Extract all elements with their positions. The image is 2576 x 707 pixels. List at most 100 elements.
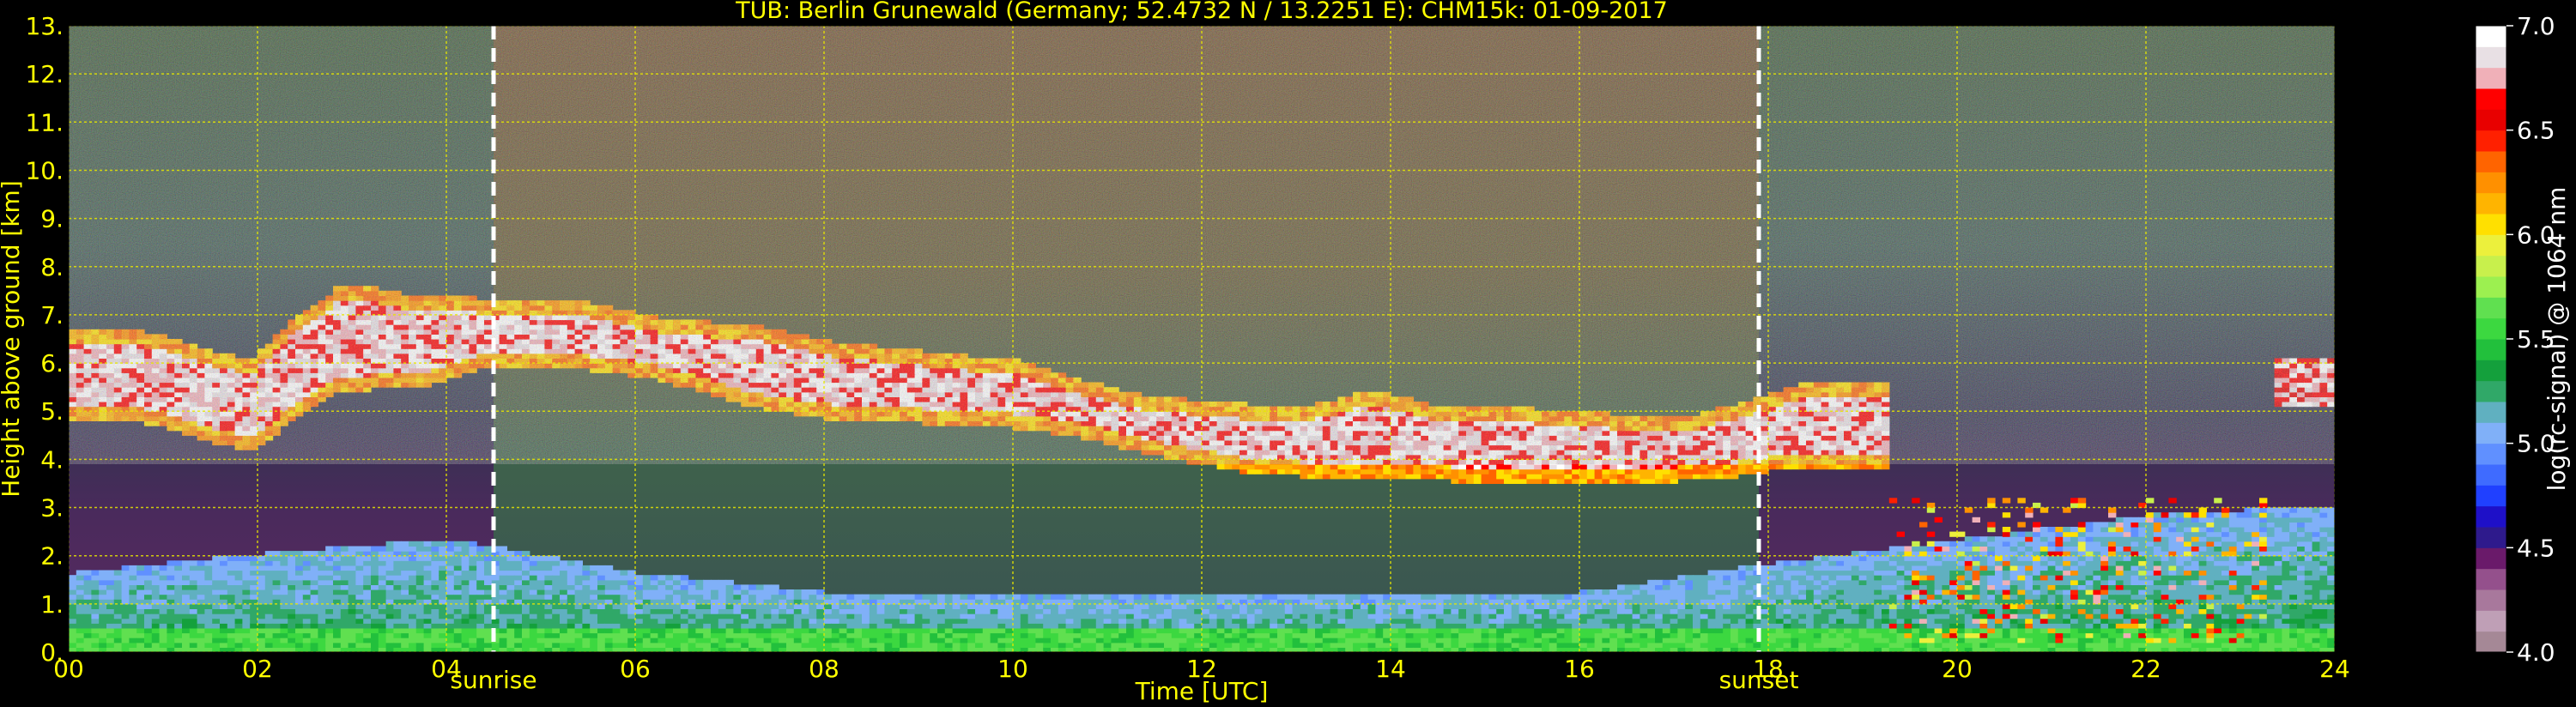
signal-cell [582, 589, 591, 595]
signal-cell [612, 589, 621, 595]
signal-cell [567, 565, 576, 571]
signal-cell [453, 638, 463, 644]
signal-cell [779, 608, 787, 614]
signal-cell [627, 623, 636, 629]
signal-cell [725, 632, 734, 638]
signal-cell [469, 638, 477, 644]
signal-cell [302, 638, 312, 644]
signal-cell [930, 638, 938, 644]
signal-cell [839, 638, 847, 644]
signal-cell [385, 627, 394, 634]
signal-cell [99, 579, 107, 585]
signal-cell [1202, 594, 1210, 600]
signal-cell [272, 560, 281, 566]
signal-cell [1051, 642, 1059, 648]
signal-cell [288, 613, 296, 619]
signal-cell [378, 623, 387, 629]
signal-cell [839, 608, 847, 614]
signal-cell [560, 575, 568, 581]
signal-cell [415, 627, 425, 634]
signal-cell [892, 608, 900, 614]
signal-cell [1103, 623, 1112, 629]
signal-cell [824, 608, 833, 614]
signal-cell [182, 584, 191, 590]
signal-cell [718, 589, 727, 595]
signal-cell [1164, 618, 1173, 624]
signal-cell [906, 618, 916, 624]
signal-cell [914, 613, 923, 619]
signal-cell [816, 603, 825, 609]
signal-cell [469, 603, 477, 609]
signal-cell [393, 579, 402, 585]
signal-cell [1035, 618, 1044, 624]
signal-cell [582, 638, 591, 644]
signal-cell [922, 642, 930, 648]
signal-cell [529, 608, 538, 614]
signal-cell [876, 608, 885, 614]
signal-cell [809, 603, 817, 609]
signal-cell [695, 584, 704, 590]
signal-cell [590, 594, 598, 600]
signal-cell [302, 555, 312, 561]
signal-cell [900, 594, 908, 600]
signal-cell [310, 555, 318, 561]
signal-cell [69, 589, 77, 595]
signal-cell [250, 560, 258, 566]
signal-cell [204, 594, 213, 600]
signal-cell [718, 618, 727, 624]
signal-cell [280, 579, 288, 585]
signal-cell [159, 565, 167, 571]
signal-cell [529, 570, 538, 576]
signal-cell [144, 575, 153, 581]
signal-cell [771, 642, 779, 648]
signal-cell [1194, 613, 1203, 619]
signal-cell [967, 618, 976, 624]
signal-cell [453, 627, 463, 634]
signal-cell [620, 579, 628, 585]
signal-cell [182, 638, 191, 644]
signal-cell [264, 618, 274, 624]
signal-cell [189, 638, 198, 644]
signal-cell [401, 632, 409, 638]
signal-cell [76, 642, 85, 648]
signal-cell [220, 623, 228, 629]
signal-cell [1035, 642, 1044, 648]
signal-cell [582, 608, 591, 614]
signal-cell [862, 613, 870, 619]
signal-cell [567, 570, 576, 576]
signal-cell [385, 613, 394, 619]
signal-cell [99, 570, 107, 576]
signal-cell [967, 594, 976, 600]
signal-cell [318, 594, 326, 600]
signal-cell [771, 603, 779, 609]
signal-cell [431, 565, 439, 571]
signal-cell [363, 623, 372, 629]
signal-cell [522, 632, 530, 638]
signal-cell [431, 627, 439, 634]
signal-cell [658, 632, 666, 638]
signal-cell [522, 589, 530, 595]
signal-cell [688, 584, 696, 590]
signal-cell [695, 589, 704, 595]
signal-cell [484, 579, 493, 585]
signal-cell [725, 627, 734, 634]
signal-cell [930, 642, 938, 648]
signal-cell [409, 638, 417, 644]
signal-cell [371, 627, 379, 634]
signal-cell [76, 613, 85, 619]
signal-cell [295, 613, 304, 619]
signal-cell [113, 623, 123, 629]
signal-cell [967, 623, 976, 629]
signal-cell [688, 579, 696, 585]
signal-cell [914, 603, 923, 609]
signal-cell [1126, 627, 1135, 634]
signal-cell [415, 546, 425, 552]
signal-cell [937, 632, 946, 638]
signal-cell [280, 555, 288, 561]
signal-cell [453, 632, 463, 638]
signal-cell [446, 618, 455, 624]
signal-cell [250, 623, 258, 629]
signal-cell [1095, 613, 1105, 619]
signal-cell [590, 565, 598, 571]
signal-cell [348, 594, 356, 600]
